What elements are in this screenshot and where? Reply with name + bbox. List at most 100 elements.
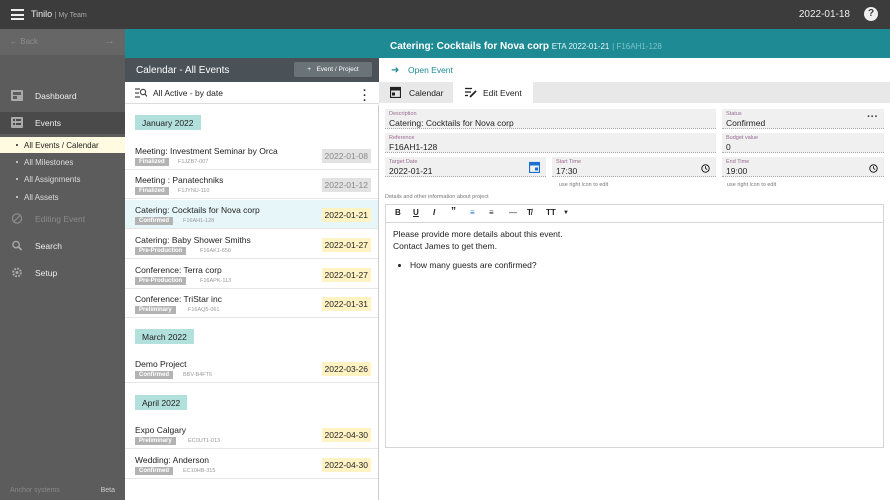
- sidebar-item-label: Search: [35, 241, 62, 251]
- status-badge: Confirmed: [135, 467, 173, 475]
- status-badge: Pre-Production: [135, 277, 187, 285]
- status-badge: Finalized: [135, 187, 169, 195]
- sidebar-subitem-all-assignments[interactable]: All Assignments: [0, 171, 125, 187]
- event-name: Meeting : Panatechniks: [135, 175, 224, 185]
- event-name: Meeting: Investment Seminar by Orca: [135, 146, 278, 156]
- more-vert-icon[interactable]: ...: [363, 83, 366, 104]
- text-size-icon[interactable]: TT: [546, 208, 556, 217]
- list-item[interactable]: Catering: Cocktails for Nova corp Confir…: [125, 200, 378, 229]
- arrow-right-icon: ➜: [391, 65, 400, 76]
- dropdown-arrow-icon[interactable]: ▼: [563, 210, 569, 216]
- list-item[interactable]: Meeting : Panatechniks Finalized F1JYNU-…: [125, 170, 378, 199]
- reference-field[interactable]: Reference F16AH1-128: [385, 133, 716, 153]
- bullet-icon: [16, 196, 18, 198]
- budget-field[interactable]: Budget value 0: [722, 133, 884, 153]
- sidebar-subitem-all-assets[interactable]: All Assets: [0, 189, 125, 205]
- search-icon: [12, 240, 23, 251]
- list-filter[interactable]: All Active - by date ...: [125, 82, 379, 104]
- filter-label: All Active - by date: [153, 88, 223, 98]
- event-date: 2022-01-27: [321, 268, 371, 282]
- field-label: End Time: [726, 159, 750, 165]
- event-name: Demo Project: [135, 359, 187, 369]
- description-field[interactable]: Description Catering: Cocktails for Nova…: [385, 109, 716, 129]
- field-label: Target Date: [389, 159, 418, 165]
- add-event-project-button[interactable]: + Event / Project: [294, 62, 372, 77]
- sidebar-item-dashboard[interactable]: Dashboard: [0, 85, 125, 107]
- event-date: 2022-04-30: [321, 428, 371, 442]
- add-button-label: Event / Project: [316, 66, 359, 73]
- numbered-list-icon[interactable]: ≡: [489, 208, 494, 217]
- target-date-field[interactable]: Target Date 2022-01-21: [385, 157, 546, 177]
- list-header: Calendar - All Events + Event / Project: [125, 58, 379, 82]
- underline-icon[interactable]: U: [413, 208, 419, 217]
- event-date: 2022-04-30: [321, 458, 371, 472]
- sidebar-item-events[interactable]: Events: [0, 112, 125, 134]
- status-badge: Finalized: [135, 158, 169, 166]
- tab-label: Calendar: [409, 88, 444, 98]
- editor-line: Contact James to get them.: [393, 240, 497, 251]
- end-time-field[interactable]: End Time 19:00: [722, 157, 884, 177]
- month-header: April 2022: [135, 395, 188, 410]
- beta-label: Beta: [100, 487, 115, 494]
- dashboard-icon: [11, 90, 23, 101]
- sidebar-subitem-all-milestones[interactable]: All Milestones: [0, 154, 125, 170]
- event-ref: BBV-B4FT6: [183, 372, 213, 378]
- more-horiz-icon[interactable]: ···: [867, 111, 878, 123]
- list-item[interactable]: Wedding: Anderson Confirmed EC10HB-315 2…: [125, 450, 378, 479]
- help-icon[interactable]: ?: [864, 7, 878, 21]
- menu-icon[interactable]: [11, 9, 24, 20]
- rich-text-editor[interactable]: B U I ” ≡ ≡ — T̸ TT ▼ Please provide mor…: [385, 204, 884, 448]
- clock-icon[interactable]: [701, 164, 710, 173]
- sidebar-item-label: Events: [35, 118, 61, 128]
- editor-line: Please provide more details about this e…: [393, 229, 563, 239]
- field-label: Status: [726, 111, 742, 117]
- forward-arrow-icon[interactable]: →: [104, 35, 115, 47]
- start-time-field[interactable]: Start Time 17:30: [552, 157, 716, 177]
- clock-icon[interactable]: [869, 164, 878, 173]
- quote-icon[interactable]: ”: [451, 206, 456, 217]
- list-item[interactable]: Expo Calgary Preliminary EC0UT1-013 2022…: [125, 420, 378, 449]
- calendar-icon[interactable]: [529, 161, 540, 173]
- open-event-link[interactable]: Open Event: [408, 65, 453, 75]
- list-item[interactable]: Demo Project Confirmed BBV-B4FT6 2022-03…: [125, 354, 378, 383]
- event-ref: F16AK1-650: [200, 248, 231, 254]
- list-item[interactable]: Conference: Terra corp Pre-Production F1…: [125, 260, 378, 289]
- list-item[interactable]: Catering: Baby Shower Smiths Pre-Product…: [125, 230, 378, 259]
- list-item[interactable]: Meeting: Investment Seminar by Orca Fina…: [125, 141, 378, 170]
- bold-icon[interactable]: B: [395, 208, 401, 217]
- field-label: Reference: [389, 135, 415, 141]
- month-header: January 2022: [135, 115, 201, 130]
- event-ref: F1JYNU-110: [178, 188, 210, 194]
- sidebar-item-editing-event: Editing Event: [0, 208, 125, 230]
- tab-bar: Calendar Edit Event: [379, 82, 890, 103]
- open-event-bar[interactable]: ➜ Open Event: [379, 58, 890, 82]
- tab-calendar[interactable]: Calendar: [379, 82, 453, 103]
- sidebar-subitem-all-events-calendar[interactable]: All Events / Calendar: [0, 137, 125, 153]
- sidebar-item-label: Dashboard: [35, 91, 77, 101]
- end-time-hint: use right icon to edit: [727, 182, 777, 188]
- horizontal-rule-icon[interactable]: —: [509, 208, 517, 217]
- tab-edit-event[interactable]: Edit Event: [453, 82, 533, 103]
- sidebar: ← Back → Dashboard Events All Events / C…: [0, 29, 125, 500]
- sidebar-item-setup[interactable]: Setup: [0, 262, 125, 284]
- sidebar-subitem-label: All Events / Calendar: [24, 141, 99, 150]
- clear-format-icon[interactable]: T̸: [527, 208, 532, 217]
- calendar-icon: [390, 86, 401, 98]
- gear-icon: [12, 267, 22, 278]
- editor-content[interactable]: Please provide more details about this e…: [393, 229, 563, 272]
- sidebar-item-search[interactable]: Search: [0, 235, 125, 257]
- status-badge: Pre-Production: [135, 247, 187, 255]
- event-name: Wedding: Anderson: [135, 455, 210, 465]
- sidebar-footer: Anchor systems Beta: [10, 487, 115, 494]
- status-badge: Confirmed: [135, 217, 173, 225]
- event-header: Catering: Cocktails for Nova corp ETA 20…: [390, 41, 662, 52]
- back-button[interactable]: ← Back: [10, 37, 38, 46]
- bulleted-list-icon[interactable]: ≡: [470, 208, 475, 217]
- event-name: Catering: Cocktails for Nova corp: [135, 205, 260, 215]
- list-icon: [11, 117, 23, 128]
- event-date: 2022-03-26: [321, 362, 371, 376]
- status-field[interactable]: Status Confirmed ···: [722, 109, 884, 129]
- list-item[interactable]: Conference: TriStar inc Preliminary F16A…: [125, 289, 378, 318]
- event-name: Expo Calgary: [135, 425, 187, 435]
- italic-icon[interactable]: I: [433, 208, 435, 217]
